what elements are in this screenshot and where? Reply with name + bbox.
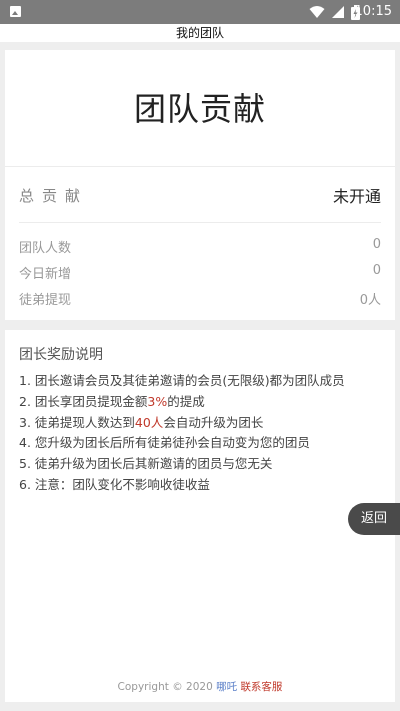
stat-label: 团队人数: [19, 241, 72, 256]
brand-link[interactable]: 哪吒: [216, 681, 237, 693]
divider: [5, 166, 395, 167]
stat-value: 0人: [359, 293, 381, 308]
status-icons: [309, 3, 360, 21]
rule-text: 6. 注意：团队变化不影响收徒收益: [19, 476, 210, 492]
rule-highlight: 3%: [147, 393, 168, 409]
signal-icon: [332, 6, 344, 18]
rule-text: 5. 徒弟升级为团长后其新邀请的团员与您无关: [19, 456, 273, 472]
contribution-card: 团队贡献 总贡献 未开通 团队人数 0 今日新增 0 徒弟提现 0人: [5, 50, 395, 320]
footer: Copyright © 2020 哪吒 联系客服: [0, 679, 400, 694]
wifi-icon: [309, 6, 325, 18]
stat-value: 0: [372, 237, 381, 252]
copyright-text: Copyright © 2020: [117, 681, 213, 693]
rule-text: 1. 团长邀请会员及其徒弟邀请的会员(无限级)都为团队成员: [19, 373, 345, 388]
list-item: 1. 团长邀请会员及其徒弟邀请的会员(无限级)都为团队成员: [19, 371, 389, 392]
stat-row-apprentice-withdraw: 徒弟提现 0人: [19, 289, 381, 308]
stat-row-team-size: 团队人数 0: [19, 237, 381, 256]
rule-text: 2. 团长享团员提现金额: [19, 393, 148, 409]
status-time: 10:15: [354, 4, 392, 19]
total-contribution-label: 总贡献: [19, 187, 89, 205]
list-item: 5. 徒弟升级为团长后其新邀请的团员与您无关: [19, 454, 389, 475]
list-item: 3. 徒弟提现人数达到40人会自动升级为团长: [19, 413, 389, 434]
stat-row-today-new: 今日新增 0: [19, 263, 381, 282]
rules-list: 1. 团长邀请会员及其徒弟邀请的会员(无限级)都为团队成员 2. 团长享团员提现…: [19, 371, 389, 496]
gallery-icon: [10, 6, 21, 17]
contact-service-link[interactable]: 联系客服: [240, 681, 282, 693]
rule-text: 4. 您升级为团长后所有徒弟徒孙会自动变为您的团员: [19, 435, 310, 451]
bottom-bar: [0, 703, 400, 711]
list-item: 2. 团长享团员提现金额3%的提成: [19, 392, 389, 413]
rule-text: 会自动升级为团长: [163, 414, 264, 430]
status-bar: 10:15: [0, 0, 400, 24]
stat-label: 徒弟提现: [19, 293, 72, 308]
rule-text: 3. 徒弟提现人数达到: [19, 414, 135, 430]
list-item: 6. 注意：团队变化不影响收徒收益: [19, 475, 389, 496]
list-item: 4. 您升级为团长后所有徒弟徒孙会自动变为您的团员: [19, 433, 389, 454]
rules-title: 团长奖励说明: [19, 347, 103, 363]
rule-highlight: 40人: [134, 414, 164, 430]
rule-text: 的提成: [167, 393, 205, 409]
stat-label: 今日新增: [19, 267, 72, 282]
page-title: 我的团队: [0, 24, 400, 42]
total-contribution-value: 未开通: [332, 187, 381, 206]
contribution-title: 团队贡献: [133, 90, 266, 128]
divider: [19, 222, 381, 223]
back-button[interactable]: 返回: [348, 503, 400, 535]
rules-card: 团长奖励说明 1. 团长邀请会员及其徒弟邀请的会员(无限级)都为团队成员 2. …: [5, 330, 395, 702]
stat-value: 0: [372, 263, 381, 278]
